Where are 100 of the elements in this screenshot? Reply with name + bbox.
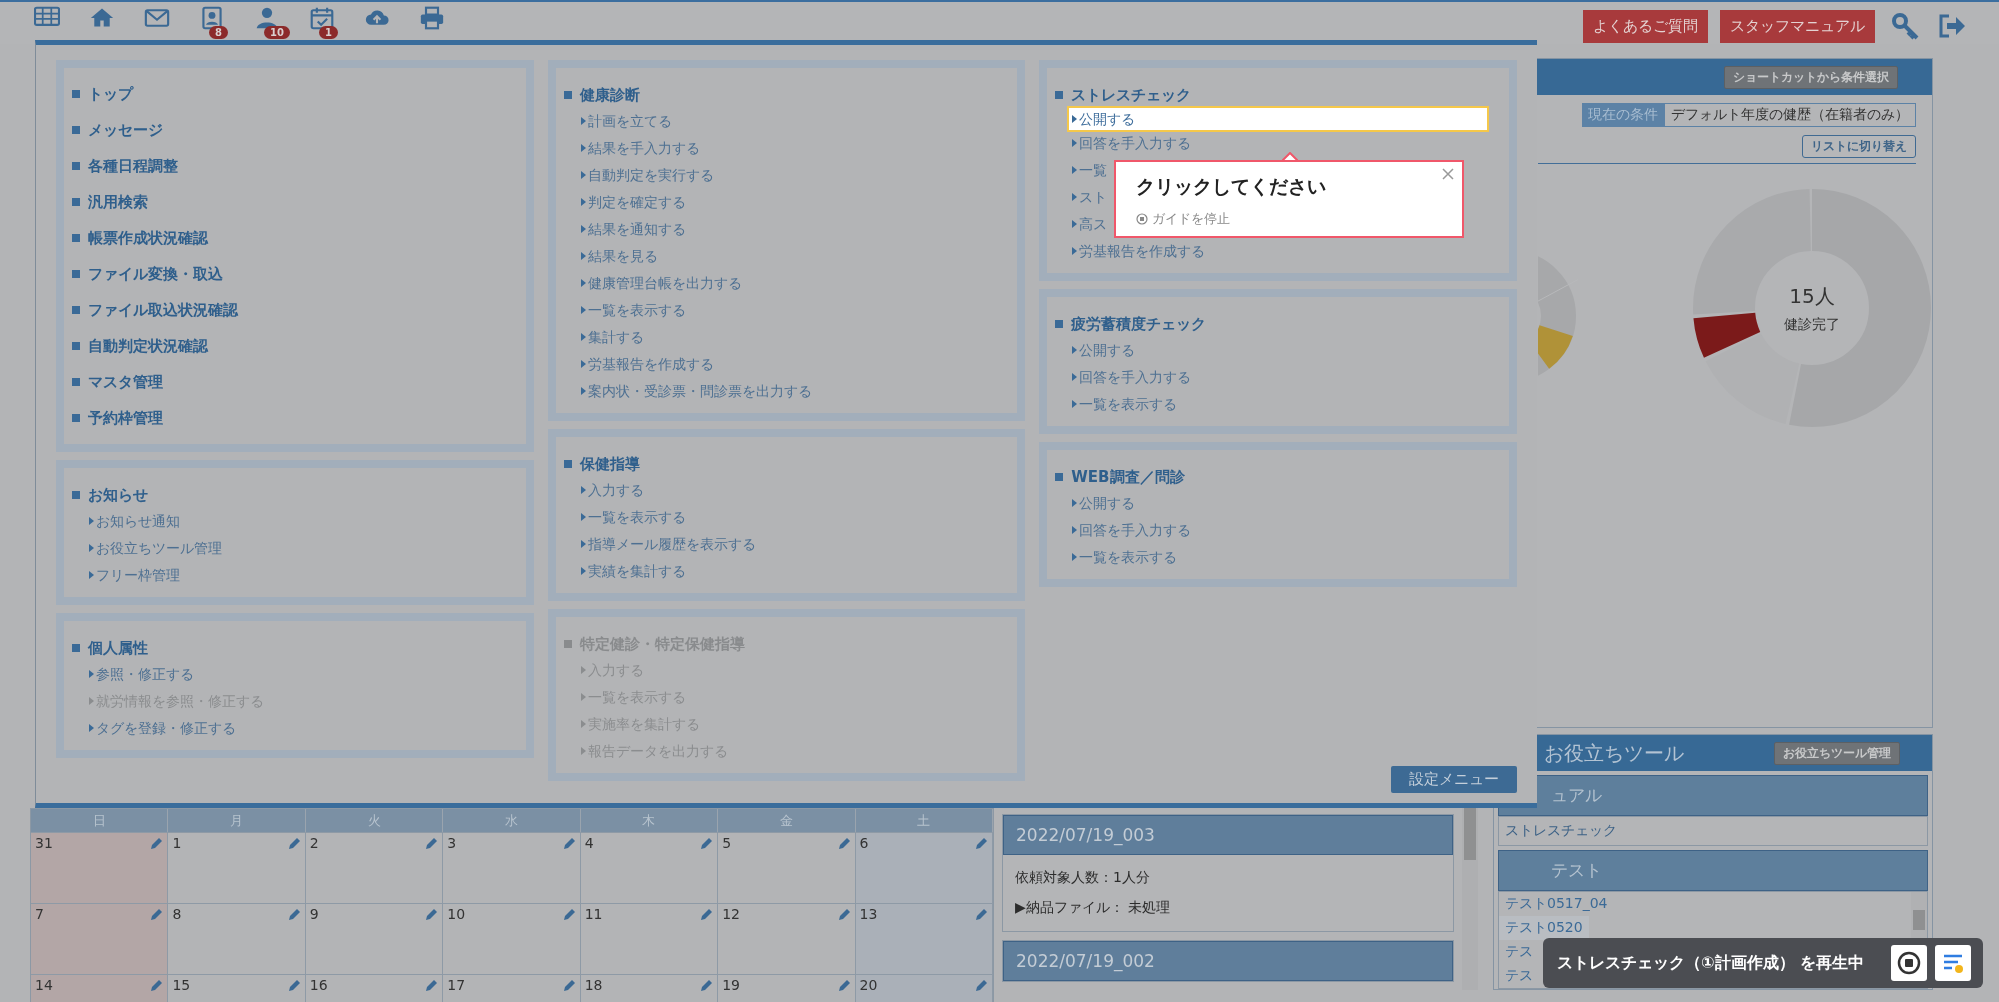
menu-item[interactable]: スト [1055,184,1108,211]
menu-item[interactable]: 労基報告を作成する [1055,238,1206,265]
menu-link[interactable]: 汎用検索 [72,184,518,220]
steps-list-button[interactable] [1935,945,1971,981]
stop-button[interactable] [1891,945,1927,981]
menu-item[interactable]: 一覧を表示する [1055,391,1178,418]
menu-item[interactable]: 結果を通知する [563,216,686,243]
menu-item[interactable]: タグを登録・修正する [72,715,236,742]
pencil-icon[interactable] [424,837,439,851]
tools-manage-button[interactable]: お役立ちツール管理 [1774,741,1900,765]
menu-item[interactable]: 判定を確定する [563,189,686,216]
pencil-icon[interactable] [561,837,576,851]
menu-item[interactable]: 公開する [1055,337,1136,364]
menu-link[interactable]: 自動判定状況確認 [72,328,518,364]
calendar-day-cell[interactable]: 12 [718,903,856,974]
mail-icon[interactable] [144,6,170,30]
menu-item[interactable]: 参照・修正する [72,661,194,688]
calendar-day-cell[interactable]: 3 [443,832,581,903]
menu-item[interactable]: 案内状・受診票・問診票を出力する [563,378,812,405]
menu-link[interactable]: 予約枠管理 [72,400,518,436]
calendar-day-cell[interactable]: 4 [580,832,719,903]
tool-link[interactable]: テスト0517_04 [1499,892,1614,916]
printer-icon[interactable] [419,6,445,30]
help-button[interactable]: よくあるご質問 [1583,9,1708,43]
menu-link[interactable]: ファイル取込状況確認 [72,292,518,328]
contacts-icon[interactable] [199,6,225,30]
calendar-day-cell[interactable]: 18 [580,974,719,1002]
pencil-icon[interactable] [149,908,164,922]
pencil-icon[interactable] [974,979,988,993]
pencil-icon[interactable] [699,837,714,851]
pencil-icon[interactable] [836,979,851,993]
pencil-icon[interactable] [561,979,576,993]
calendar-day-cell[interactable]: 5 [718,832,856,903]
menu-item[interactable]: 自動判定を実行する [563,162,714,189]
menu-item[interactable]: 指導メール履歴を表示する [563,531,756,558]
pencil-icon[interactable] [286,979,301,993]
menu-item[interactable]: 一覧を表示する [563,504,686,531]
pencil-icon[interactable] [424,979,439,993]
pencil-icon[interactable] [836,908,851,922]
calendar-day-cell[interactable]: 8 [168,903,306,974]
close-icon[interactable] [1442,168,1454,180]
tool-group-header[interactable]: テスト [1498,850,1928,891]
calendar-day-cell[interactable]: 7 [31,903,169,974]
menu-item[interactable]: 回答を手入力する [1055,130,1192,157]
calendar-day-cell[interactable]: 10 [443,903,581,974]
key-icon[interactable] [1891,12,1921,40]
pencil-icon[interactable] [149,837,164,851]
pencil-icon[interactable] [286,908,301,922]
pencil-icon[interactable] [699,908,714,922]
calendar-day-cell[interactable]: 31 [31,832,169,903]
menu-item[interactable]: 一覧 [1055,157,1108,184]
menu-item[interactable]: 結果を見る [563,243,658,270]
menu-item[interactable]: 入力する [563,477,644,504]
help-button[interactable]: スタッフマニュアル [1720,9,1875,43]
menu-item[interactable]: 高ス [1055,211,1108,238]
menu-item[interactable]: 計画を立てる [563,108,672,135]
calendar-day-cell[interactable]: 1 [168,832,306,903]
tool-link[interactable]: テス [1499,964,1539,988]
menu-item[interactable]: 回答を手入力する [1055,364,1192,391]
menu-item[interactable]: 実績を集計する [563,558,686,585]
calendar-day-cell[interactable]: 17 [443,974,581,1002]
logout-icon[interactable] [1937,12,1967,40]
calendar-day-cell[interactable]: 6 [855,832,993,903]
pencil-icon[interactable] [286,837,301,851]
calendar-check-icon[interactable] [309,6,335,30]
calendar-day-cell[interactable]: 14 [31,974,169,1002]
menu-link[interactable]: トップ [72,76,518,112]
pencil-icon[interactable] [561,908,576,922]
menu-link[interactable]: メッセージ [72,112,518,148]
menu-link[interactable]: ファイル変換・取込 [72,256,518,292]
menu-item[interactable]: 一覧を表示する [1055,544,1178,571]
pencil-icon[interactable] [424,908,439,922]
list-switch-button[interactable]: リストに切り替え [1802,135,1916,158]
calendar-day-cell[interactable]: 20 [855,974,993,1002]
pencil-icon[interactable] [974,908,988,922]
stop-icon[interactable] [1897,951,1921,975]
pencil-icon[interactable] [974,837,988,851]
tool-link[interactable]: テスト0520 [1499,916,1589,940]
stop-guide-link[interactable]: ガイドを停止 [1136,210,1230,228]
menu-item[interactable]: 公開する [1069,108,1487,130]
menu-item[interactable]: お知らせ通知 [72,508,180,535]
pencil-icon[interactable] [149,979,164,993]
menu-item[interactable]: 公開する [1055,490,1136,517]
menu-link[interactable]: 帳票作成状況確認 [72,220,518,256]
menu-item[interactable]: 一覧を表示する [563,297,686,324]
calendar-day-cell[interactable]: 11 [580,903,719,974]
menu-item[interactable]: お役立ちツール管理 [72,535,222,562]
calendar-day-cell[interactable]: 9 [305,903,444,974]
home-icon[interactable] [89,6,115,30]
menu-item[interactable]: フリー枠管理 [72,562,180,589]
menu-item[interactable]: 結果を手入力する [563,135,700,162]
shortcut-button[interactable]: ショートカットから条件選択 [1724,65,1898,89]
calendar-day-cell[interactable]: 19 [718,974,856,1002]
calendar-day-cell[interactable]: 13 [855,903,993,974]
menu-link[interactable]: マスタ管理 [72,364,518,400]
tool-link[interactable]: テス [1499,940,1539,964]
menu-link[interactable]: 各種日程調整 [72,148,518,184]
menu-item[interactable]: 回答を手入力する [1055,517,1192,544]
calendar-day-cell[interactable]: 16 [305,974,444,1002]
pencil-icon[interactable] [836,837,851,851]
